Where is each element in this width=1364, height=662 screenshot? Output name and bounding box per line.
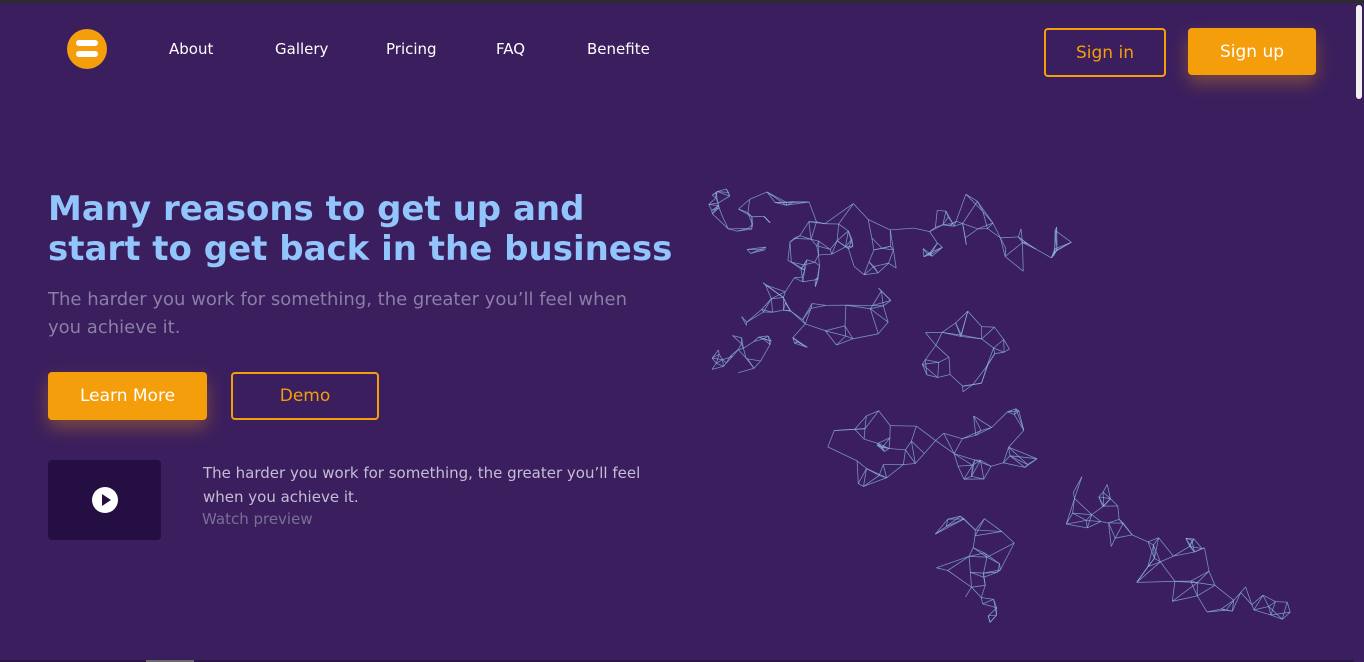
- video-thumbnail[interactable]: [48, 460, 161, 540]
- video-description: The harder you work for something, the g…: [203, 464, 641, 506]
- sign-in-button[interactable]: Sign in: [1044, 28, 1166, 77]
- landing-page: About Gallery Pricing FAQ Benefite Sign …: [0, 0, 1364, 662]
- logo-menu-icon[interactable]: [67, 29, 107, 69]
- scrollbar-thumb[interactable]: [1356, 5, 1362, 99]
- hero-subtitle: The harder you work for something, the g…: [48, 289, 628, 338]
- nav-benefite[interactable]: Benefite: [587, 40, 650, 58]
- wireframe-runner-illustration: [708, 188, 1291, 623]
- demo-button[interactable]: Demo: [231, 372, 379, 420]
- nav-about[interactable]: About: [169, 40, 213, 58]
- learn-more-button[interactable]: Learn More: [48, 372, 207, 420]
- watch-preview-link[interactable]: Watch preview: [202, 510, 313, 528]
- nav-pricing[interactable]: Pricing: [386, 40, 437, 58]
- nav-faq[interactable]: FAQ: [496, 40, 525, 58]
- vertical-scrollbar[interactable]: [1354, 3, 1364, 662]
- sign-up-button[interactable]: Sign up: [1188, 28, 1316, 75]
- hero-title: Many reasons to get up and start to get …: [48, 189, 673, 269]
- nav-gallery[interactable]: Gallery: [275, 40, 328, 58]
- mesh-lines: [708, 188, 1291, 623]
- play-icon[interactable]: [92, 487, 118, 513]
